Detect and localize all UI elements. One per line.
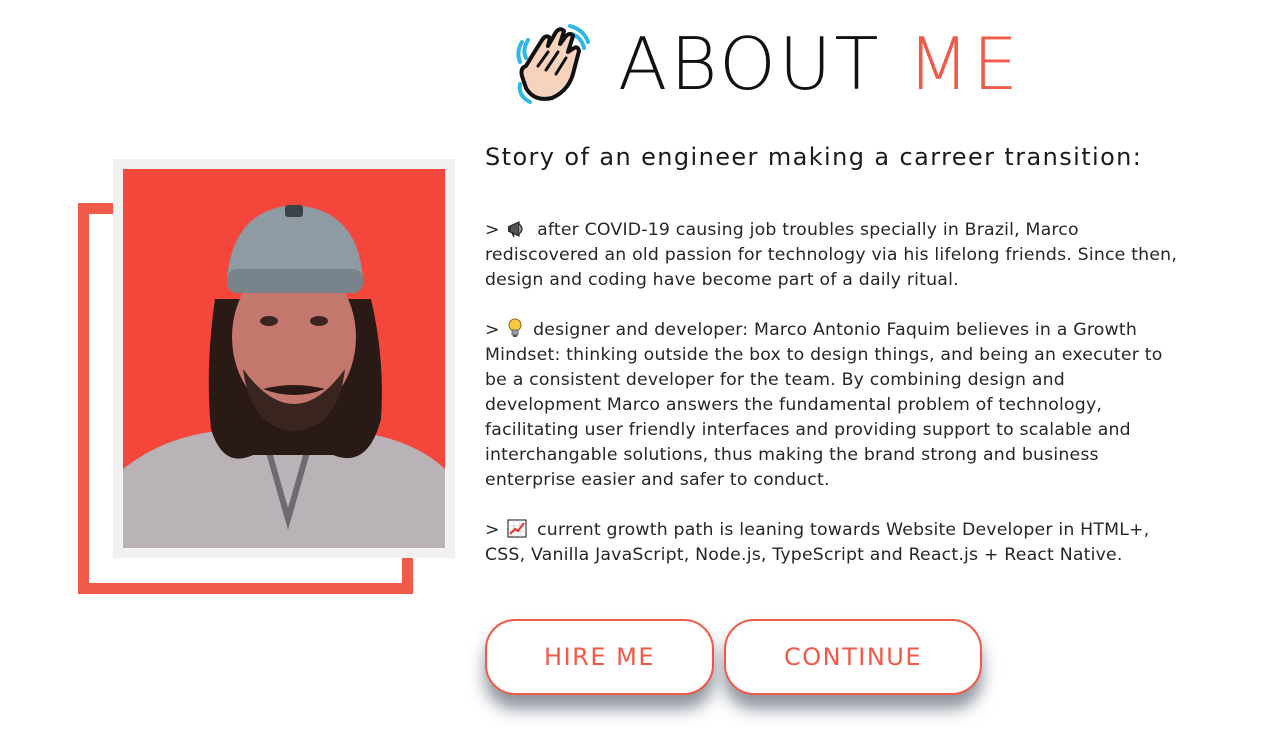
megaphone-icon xyxy=(508,221,523,238)
paragraph-prefix: > xyxy=(485,220,500,240)
story-paragraph: > designer and developer: Marco Antonio … xyxy=(485,318,1185,493)
story-paragraph: > after COVID-19 causing job troubles sp… xyxy=(485,218,1185,293)
light-bulb-icon xyxy=(508,318,522,337)
photo-mat xyxy=(113,159,455,558)
story-paragraph: > current growth path is leaning towards… xyxy=(485,518,1185,568)
page-header: ABOUT ME xyxy=(512,22,1021,106)
profile-photo xyxy=(123,169,445,548)
paragraph-text: designer and developer: Marco Antonio Fa… xyxy=(485,320,1163,490)
story-subtitle: Story of an engineer making a carreer tr… xyxy=(485,143,1143,171)
page-title: ABOUT ME xyxy=(618,28,1021,100)
paragraph-prefix: > xyxy=(485,320,500,340)
continue-button[interactable]: CONTINUE xyxy=(724,619,982,695)
chart-increasing-icon xyxy=(507,519,527,538)
waving-hand-icon xyxy=(516,24,590,104)
hire-me-button[interactable]: HIRE ME xyxy=(485,619,714,695)
title-word-about: ABOUT xyxy=(618,22,882,106)
paragraph-text: after COVID-19 causing job troubles spec… xyxy=(485,220,1178,290)
paragraph-prefix: > xyxy=(485,520,500,540)
title-word-me: ME xyxy=(907,22,1021,106)
paragraph-text: current growth path is leaning towards W… xyxy=(485,520,1150,565)
